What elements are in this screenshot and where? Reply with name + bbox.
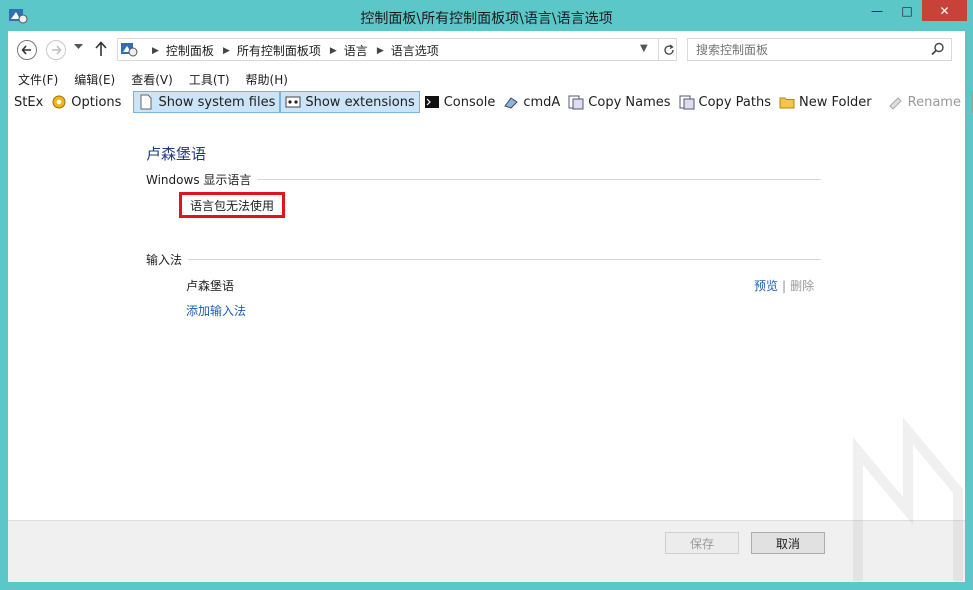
preview-link[interactable]: 预览 — [754, 277, 778, 294]
watermark-graphic — [853, 417, 963, 581]
section-heading: Windows 显示语言 — [146, 173, 252, 187]
add-input-method-link[interactable]: 添加输入法 — [186, 302, 246, 319]
arrow-left-icon — [21, 45, 31, 55]
breadcrumb-item[interactable]: 语言 — [344, 42, 368, 59]
rename-label: Rename — [907, 94, 961, 110]
options-label: Options — [71, 94, 122, 110]
rename-button[interactable]: Rename — [884, 91, 965, 113]
delete-link[interactable]: 删除 — [790, 277, 814, 294]
display-language-section: Windows 显示语言 — [146, 171, 821, 188]
maximize-button[interactable]: □ — [892, 0, 922, 21]
console-label: Console — [443, 94, 496, 110]
client-area: ▶ 控制面板 ▶ 所有控制面板项 ▶ 语言 ▶ 语言选项 ▼ 搜索控制面板 文件… — [8, 31, 973, 582]
recent-locations-dropdown[interactable] — [74, 44, 83, 50]
window-frame: 控制面板\所有控制面板项\语言\语言选项 — □ ✕ ▶ 控制面板 ▶ 所有控制… — [0, 0, 973, 590]
button-bar: 保存 取消 — [8, 520, 965, 582]
search-box[interactable] — [687, 38, 952, 61]
chevron-right-icon[interactable]: ▶ — [152, 46, 159, 56]
rename-icon — [888, 97, 902, 110]
address-bar[interactable]: ▶ 控制面板 ▶ 所有控制面板项 ▶ 语言 ▶ 语言选项 ▼ — [117, 38, 677, 61]
show-extensions-label: Show extensions — [305, 94, 415, 110]
chevron-down-icon[interactable]: ▼ — [640, 43, 648, 54]
folder-icon — [779, 97, 795, 109]
chevron-right-icon[interactable]: ▶ — [377, 46, 384, 56]
divider — [188, 259, 821, 260]
extensions-icon — [285, 96, 301, 108]
breadcrumb-item[interactable]: 所有控制面板项 — [237, 42, 321, 59]
menu-file[interactable]: 文件(F) — [18, 71, 58, 88]
chevron-right-icon[interactable]: ▶ — [330, 46, 337, 56]
menu-tools[interactable]: 工具(T) — [189, 71, 230, 88]
close-button[interactable]: ✕ — [922, 0, 967, 21]
copy-names-label: Copy Names — [588, 94, 671, 110]
cmda-label: cmdA — [523, 94, 561, 110]
chevron-right-icon[interactable]: ▶ — [223, 46, 230, 56]
save-button[interactable]: 保存 — [665, 532, 739, 554]
show-system-files-button[interactable]: Show system files — [133, 91, 281, 113]
refresh-icon — [663, 43, 674, 55]
forward-button[interactable] — [46, 40, 66, 60]
console-button[interactable]: Console — [420, 91, 500, 113]
arrow-right-icon — [52, 45, 62, 55]
cmda-button[interactable]: cmdA — [499, 91, 564, 113]
language-pack-status: 语言包无法使用 — [179, 192, 285, 218]
refresh-button[interactable] — [658, 39, 678, 60]
cancel-button[interactable]: 取消 — [751, 532, 825, 554]
copy-paths-icon — [679, 95, 695, 110]
stex-button[interactable]: StEx — [14, 91, 47, 113]
up-button[interactable] — [94, 41, 108, 57]
stex-label: StEx — [14, 94, 44, 110]
address-row: ▶ 控制面板 ▶ 所有控制面板项 ▶ 语言 ▶ 语言选项 ▼ — [8, 31, 965, 67]
status-text: 语言包无法使用 — [189, 198, 274, 213]
copy-names-button[interactable]: Copy Names — [564, 91, 674, 113]
breadcrumb-item[interactable]: 语言选项 — [391, 42, 439, 59]
breadcrumb: ▶ 控制面板 ▶ 所有控制面板项 ▶ 语言 ▶ 语言选项 — [143, 42, 439, 59]
menu-edit[interactable]: 编辑(E) — [74, 71, 115, 88]
menu-bar: 文件(F) 编辑(E) 查看(V) 工具(T) 帮助(H) — [8, 69, 965, 89]
show-system-files-label: Show system files — [158, 94, 276, 110]
page-title: 卢森堡语 — [146, 145, 207, 163]
back-button[interactable] — [17, 40, 37, 60]
copy-names-icon — [568, 95, 584, 110]
input-method-name: 卢森堡语 — [186, 279, 235, 293]
title-bar[interactable]: 控制面板\所有控制面板项\语言\语言选项 — □ ✕ — [0, 0, 973, 34]
divider — [257, 179, 821, 180]
copy-paths-label: Copy Paths — [698, 94, 771, 110]
console-icon — [424, 96, 439, 108]
copy-paths-button[interactable]: Copy Paths — [675, 91, 775, 113]
menu-view[interactable]: 查看(V) — [131, 71, 173, 88]
language-options-panel: 卢森堡语 Windows 显示语言 语言包无法使用 输入法 卢森堡语 预览 | … — [8, 115, 965, 520]
search-icon[interactable] — [931, 42, 945, 56]
window-title: 控制面板\所有控制面板项\语言\语言选项 — [360, 11, 613, 27]
new-folder-button[interactable]: New Folder — [775, 91, 876, 113]
input-method-section: 输入法 — [146, 251, 821, 268]
options-button[interactable]: Options — [47, 91, 125, 113]
action-separator: | — [782, 278, 787, 293]
gear-icon — [52, 95, 66, 109]
new-folder-label: New Folder — [798, 94, 872, 110]
control-panel-icon — [121, 43, 138, 57]
cmda-icon — [504, 97, 519, 109]
minimize-button[interactable]: — — [862, 0, 892, 21]
show-extensions-button[interactable]: Show extensions — [280, 91, 420, 113]
search-input[interactable] — [688, 39, 923, 60]
breadcrumb-item[interactable]: 控制面板 — [166, 42, 214, 59]
section-heading: 输入法 — [146, 253, 183, 267]
file-icon — [140, 94, 152, 110]
menu-help[interactable]: 帮助(H) — [246, 71, 288, 88]
input-method-actions: 预览 | 删除 — [754, 277, 814, 294]
stex-toolbar: StEx Options Show system files Show exte… — [8, 90, 973, 114]
